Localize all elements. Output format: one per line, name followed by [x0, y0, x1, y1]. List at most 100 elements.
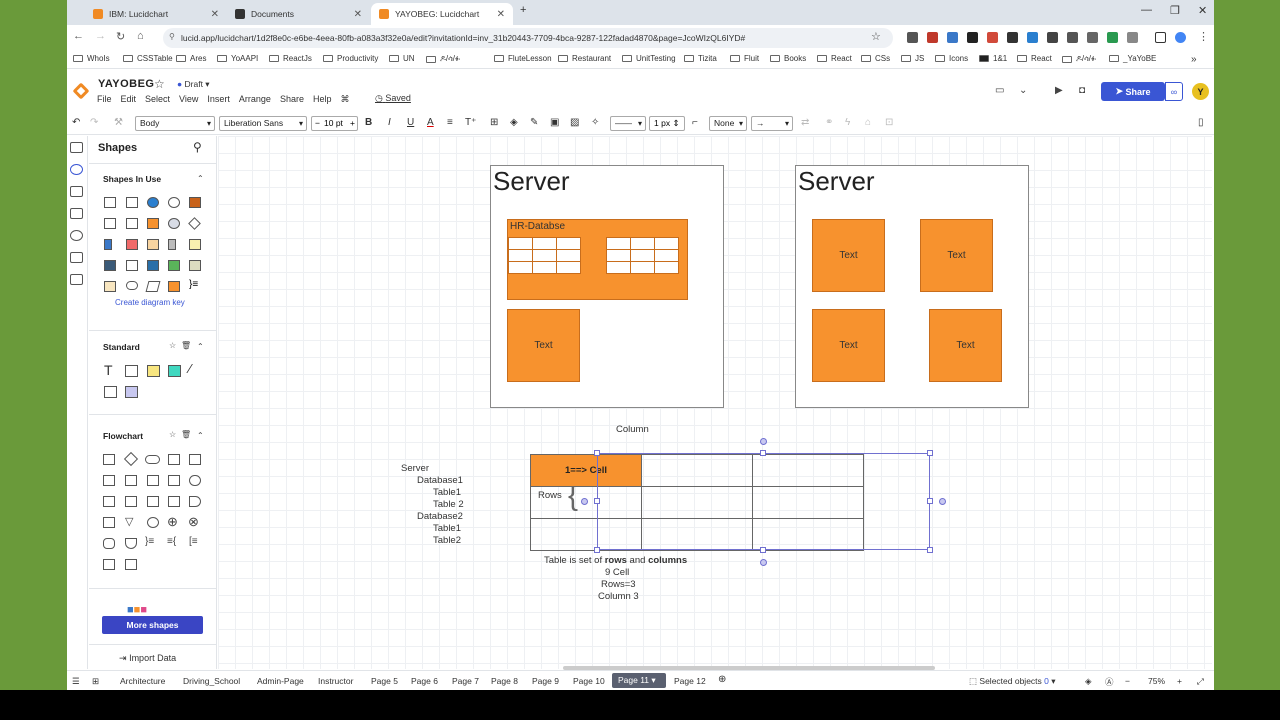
section-shapes-in-use[interactable]: Shapes In Use [103, 174, 161, 184]
section-standard[interactable]: Standard [103, 342, 140, 352]
flowchart-preparation-shape[interactable] [125, 475, 137, 486]
image-icon[interactable]: ▨ [570, 117, 579, 128]
zoom-level[interactable]: 75% [1148, 676, 1165, 686]
bookmark-folder[interactable]: Icons [935, 54, 968, 63]
bookmark-folder[interactable]: Books [770, 54, 806, 63]
decrease-font-icon[interactable]: − [315, 118, 320, 128]
extension-icon[interactable] [927, 32, 938, 43]
shape-item[interactable] [168, 218, 180, 229]
text-tool-icon[interactable]: T [104, 362, 113, 378]
fit-screen-icon[interactable]: ⤢ [1197, 676, 1204, 687]
draft-status[interactable]: ● Draft ▾ [177, 79, 210, 90]
site-info-icon[interactable]: ⚲ [169, 32, 175, 41]
page-tab[interactable]: Page 6 [411, 676, 438, 686]
copy-link-button[interactable]: ∞ [1165, 82, 1183, 101]
resize-handle[interactable] [594, 450, 600, 456]
menu-file[interactable]: File [97, 94, 112, 105]
shape-item[interactable] [104, 260, 116, 271]
text-options-icon[interactable]: T⁺ [465, 117, 476, 128]
swap-arrows-icon[interactable]: ⇄ [801, 117, 809, 128]
link-shape-icon[interactable]: ⚭ [825, 117, 833, 128]
bookmark-folder[interactable]: _YaYoBE [1109, 54, 1156, 63]
bookmark-folder[interactable]: UN [389, 54, 415, 63]
extension-icon[interactable] [967, 32, 978, 43]
extension-icon[interactable] [1107, 32, 1118, 43]
flowchart-predefined-shape[interactable] [168, 475, 180, 486]
forward-icon[interactable]: → [95, 30, 106, 42]
favorite-icon[interactable]: ☆ [169, 341, 176, 350]
shape-item[interactable] [168, 197, 180, 208]
table-cell[interactable] [752, 486, 864, 519]
add-page-icon[interactable]: ⊕ [718, 674, 726, 685]
shape-item[interactable] [126, 239, 138, 250]
extension-icon[interactable] [1007, 32, 1018, 43]
page-list-icon[interactable]: ☰ [72, 676, 80, 687]
browser-tab-yayobeg[interactable]: YAYOBEG: Lucidchart ✕ [371, 3, 513, 25]
extension-icon[interactable] [907, 32, 918, 43]
flowchart-terminator-shape[interactable] [145, 455, 160, 464]
text-box[interactable]: Text [507, 309, 580, 382]
tree-item[interactable]: Table1 [433, 487, 461, 498]
home-icon[interactable]: ⌂ [137, 30, 144, 42]
present-icon[interactable]: ▶ [1055, 85, 1063, 96]
shape-item[interactable] [126, 281, 138, 290]
italic-icon[interactable]: I [388, 117, 391, 128]
flowchart-manual-operation-shape[interactable] [168, 496, 180, 507]
line-style-select[interactable]: —— [610, 116, 646, 131]
server-container-2[interactable]: Server Text Text Text Text [795, 165, 1029, 408]
page-tab[interactable]: Page 10 [573, 676, 605, 686]
bookmark-folder[interactable]: CSs [861, 54, 890, 63]
bookmark-folder[interactable]: ዶ/ሳ/ፉ [1062, 54, 1096, 64]
shape-item[interactable] [147, 218, 159, 229]
flowchart-internal-storage-shape[interactable] [125, 496, 137, 507]
brace-note-icon[interactable]: }≡ [145, 536, 154, 547]
fill-color-icon[interactable]: ◈ [510, 117, 518, 128]
font-size-stepper[interactable]: − 10 pt + [311, 116, 358, 131]
mini-table-1[interactable] [508, 237, 581, 274]
sticky-note-shape[interactable] [147, 365, 160, 377]
brace-note-icon[interactable]: }≡ [189, 279, 198, 290]
browser-tab-documents[interactable]: Documents ✕ [227, 3, 370, 25]
flowchart-delay-shape[interactable] [189, 496, 201, 507]
browser-tab-ibm[interactable]: IBM: Lucidchart ✕ [85, 3, 227, 25]
page-tab[interactable]: Page 12 [674, 676, 706, 686]
profile-icon[interactable] [1175, 32, 1186, 43]
add-connector-handle[interactable] [581, 498, 588, 505]
table-cell[interactable] [752, 518, 864, 551]
tree-item[interactable]: Server [401, 463, 429, 474]
flowchart-stored-data-shape[interactable] [103, 496, 115, 507]
hr-database-box[interactable]: HR-Databse [507, 219, 688, 300]
search-icon[interactable]: ⚲ [193, 140, 202, 154]
shape-item[interactable] [168, 260, 180, 271]
resize-handle[interactable] [760, 547, 766, 553]
bracket-annotation-icon[interactable]: [≡ [189, 536, 198, 547]
extension-icon[interactable] [1047, 32, 1058, 43]
tree-item[interactable]: Database2 [417, 511, 463, 522]
images-icon[interactable] [70, 208, 83, 219]
page-tab[interactable]: Admin-Page [257, 676, 304, 686]
zoom-in-icon[interactable]: + [1177, 676, 1182, 686]
extension-icon[interactable] [987, 32, 998, 43]
close-tab-icon[interactable]: ✕ [497, 9, 505, 20]
page-tab[interactable]: Driving_School [183, 676, 240, 686]
add-connector-handle[interactable] [760, 559, 767, 566]
resize-handle[interactable] [927, 498, 933, 504]
shape-item[interactable] [104, 197, 116, 208]
import-data-button[interactable]: ⇥ Import Data [119, 653, 176, 664]
flowchart-display-shape[interactable] [103, 538, 115, 549]
layer-lock-icon[interactable]: ⊡ [885, 117, 893, 128]
document-title[interactable]: YAYOBEG [98, 78, 155, 90]
text-box[interactable]: Text [929, 309, 1002, 382]
flowchart-connector-shape[interactable] [147, 517, 159, 528]
flowchart-paper-tape-shape[interactable] [147, 496, 159, 507]
page-tab[interactable]: Page 9 [532, 676, 559, 686]
align-icon[interactable]: ≡ [447, 117, 453, 128]
flowchart-summing-icon[interactable]: ⊗ [188, 514, 199, 530]
layers-icon[interactable]: ◈ [1085, 676, 1092, 687]
rows-columns-table[interactable]: 1==> Cell [530, 454, 864, 551]
create-diagram-key-link[interactable]: Create diagram key [115, 298, 185, 307]
brace-annotation-icon[interactable]: ≡{ [167, 536, 176, 547]
collapse-icon[interactable]: ⌃ [197, 174, 204, 183]
shape-item[interactable] [147, 239, 159, 250]
line-tool-icon[interactable]: ⁄ [189, 361, 191, 376]
